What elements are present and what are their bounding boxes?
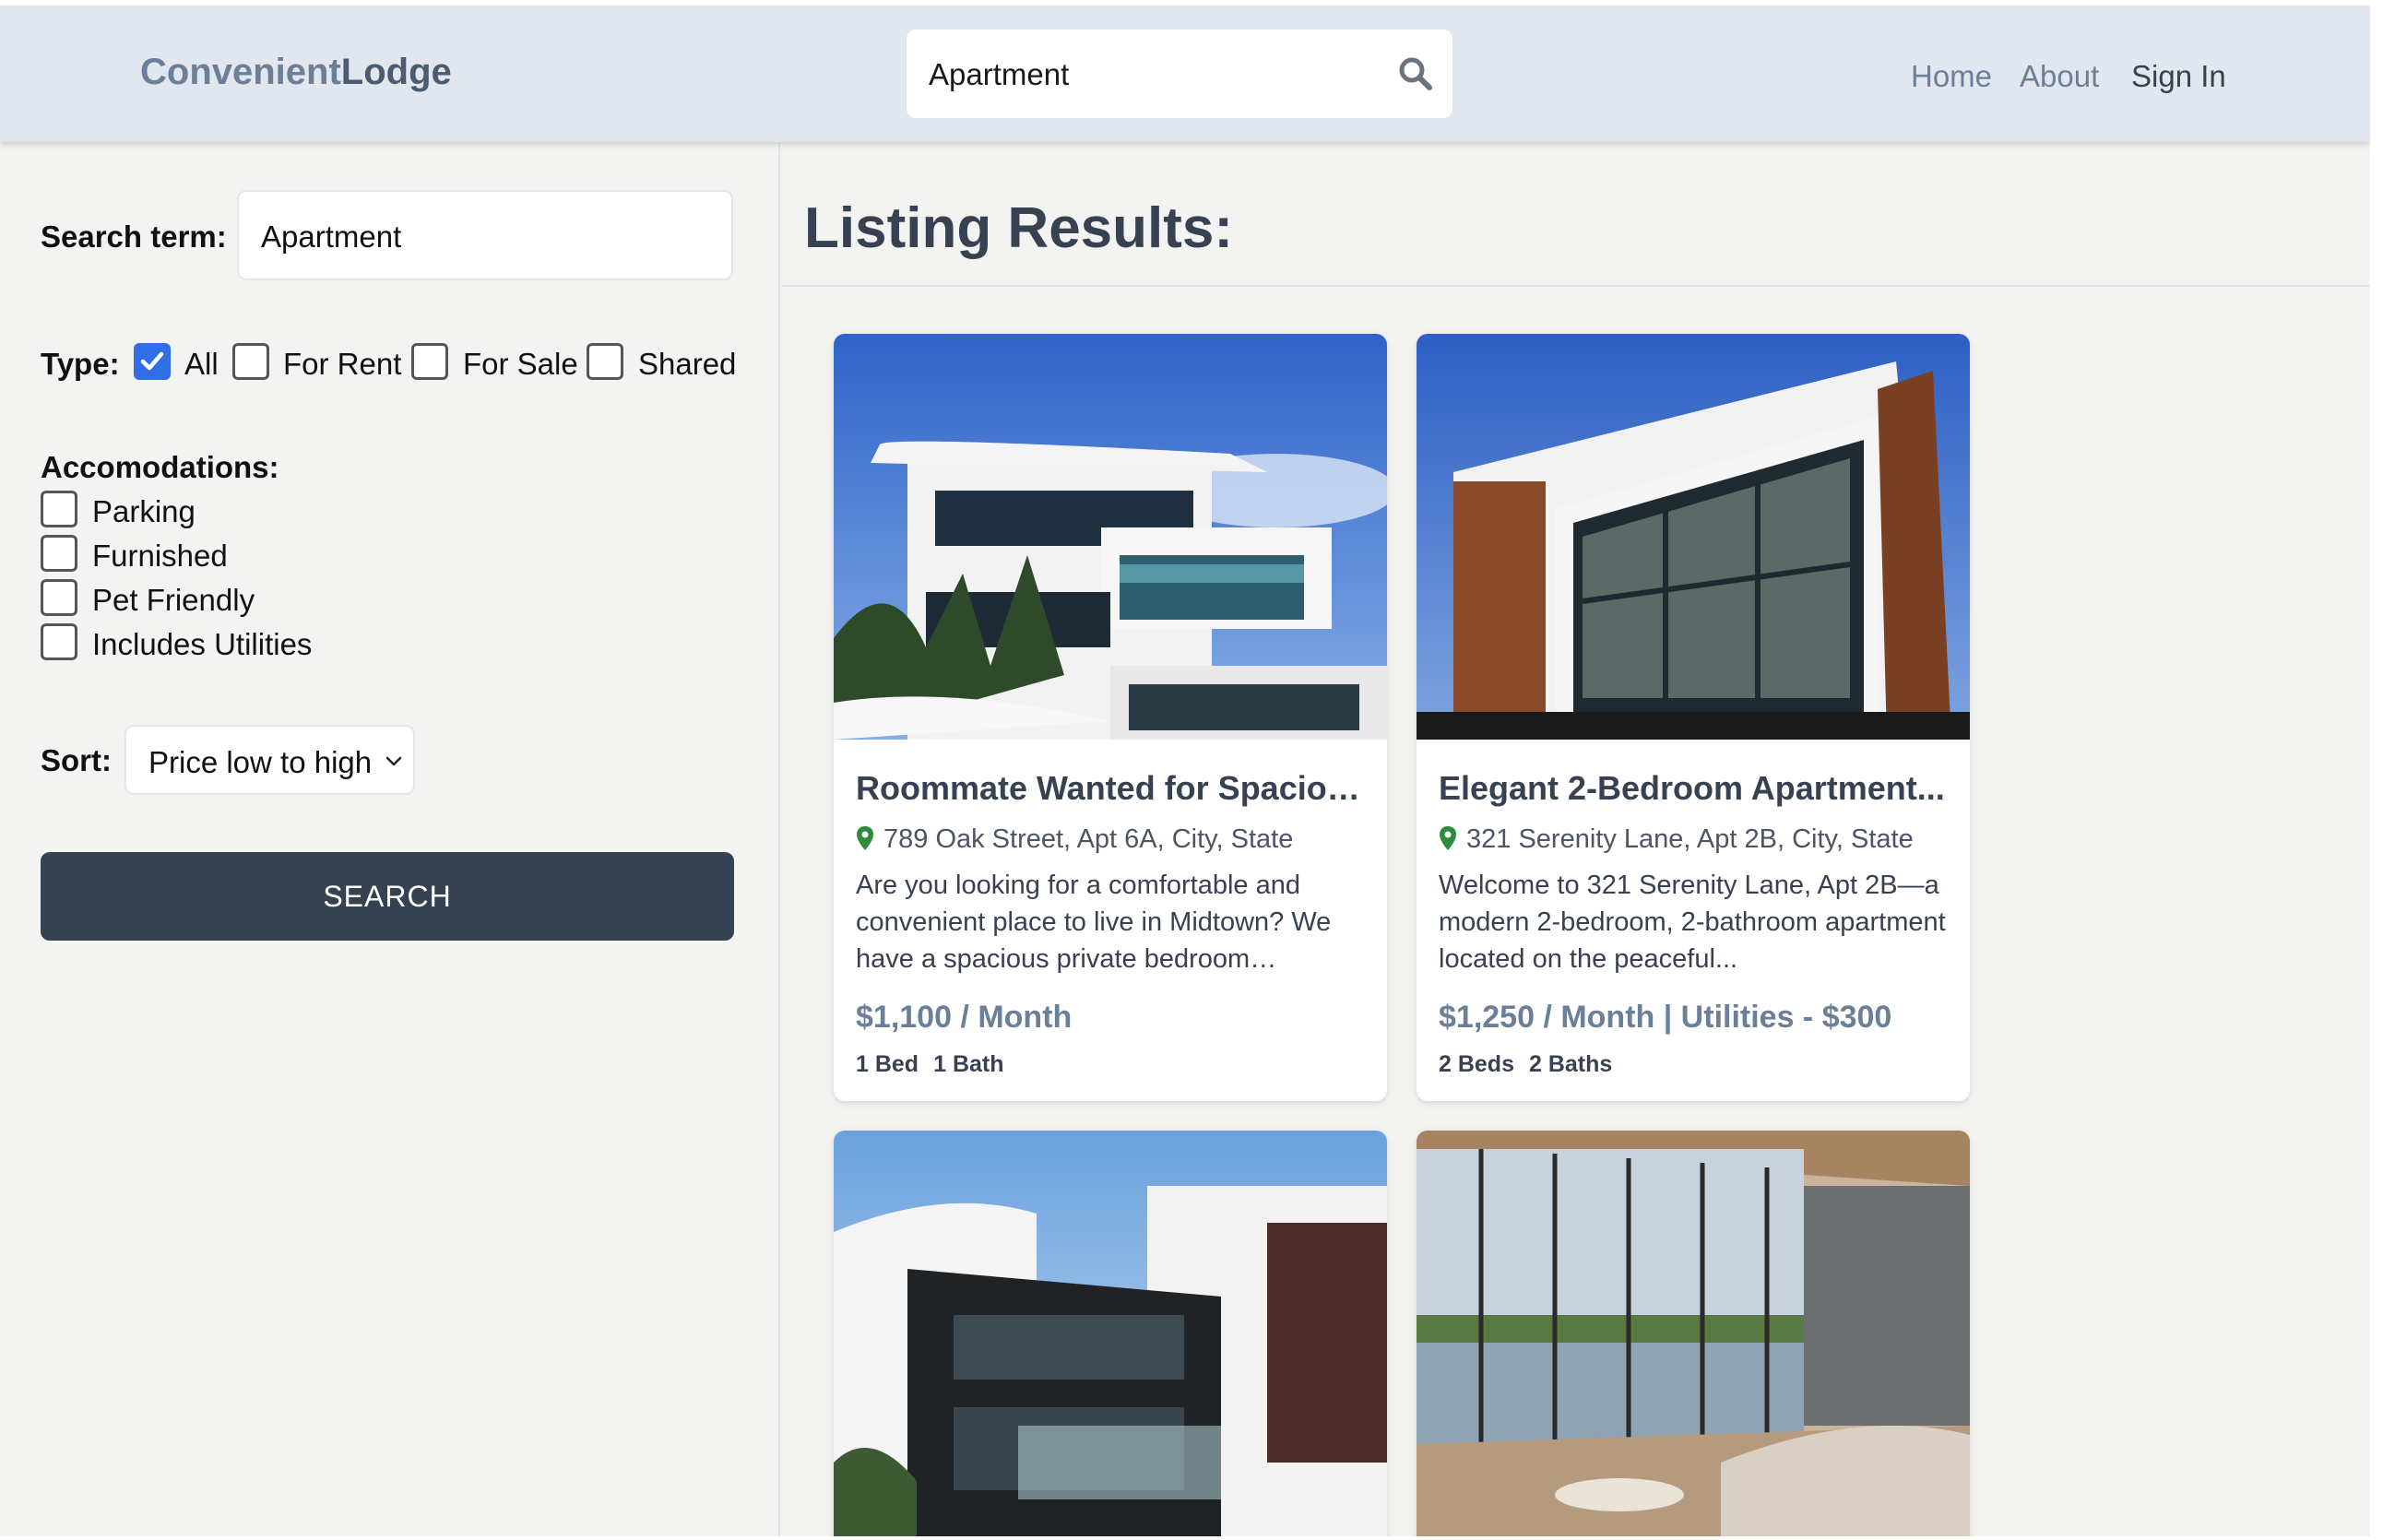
sort-select[interactable]: Price low to high — [124, 725, 415, 795]
listing-card[interactable]: Elegant 2-Bedroom Apartment... 321 Seren… — [1417, 334, 1970, 1101]
includes-utilities-label: Includes Utilities — [92, 627, 313, 661]
location-pin-icon — [857, 826, 873, 850]
listing-beds: 2 Beds — [1439, 1051, 1514, 1077]
type-all-label: All — [184, 347, 219, 381]
listing-price: $1,100 / Month — [856, 1000, 1073, 1035]
logo-text-light: Convenient — [140, 52, 341, 92]
type-shared-label: Shared — [638, 347, 737, 381]
sort-label: Sort: — [41, 743, 112, 777]
furnished-checkbox[interactable] — [41, 535, 77, 572]
location-pin-icon — [1440, 826, 1456, 850]
includes-utilities-checkbox[interactable] — [41, 623, 77, 660]
listing-card[interactable] — [1417, 1131, 1970, 1536]
nav-about-link[interactable]: About — [2020, 59, 2099, 94]
listing-beds: 1 Bed — [856, 1051, 919, 1077]
header-search-value: Apartment — [929, 57, 1070, 91]
listing-photo — [834, 334, 1387, 740]
header-search-input[interactable]: Apartment — [907, 30, 1452, 118]
logo-text-bold: Lodge — [340, 52, 452, 92]
sort-selected-value: Price low to high — [148, 745, 373, 779]
parking-label: Parking — [92, 494, 196, 528]
accommodations-label: Accomodations: — [41, 450, 279, 484]
listing-photo — [834, 1131, 1387, 1536]
furnished-label: Furnished — [92, 539, 228, 573]
type-label: Type: — [41, 347, 120, 381]
listing-address: 789 Oak Street, Apt 6A, City, State — [856, 824, 1293, 855]
listing-card[interactable]: Roommate Wanted for Spaciou... 789 Oak S… — [834, 334, 1387, 1101]
listing-title[interactable]: Elegant 2-Bedroom Apartment... — [1439, 769, 1955, 808]
nav-home-link[interactable]: Home — [1911, 59, 1992, 94]
listing-bed-bath: 1 Bed 1 Bath — [856, 1051, 1019, 1078]
type-all-checkbox[interactable] — [134, 343, 171, 380]
filter-sidebar: Search term: Apartment Type: All For Ren… — [0, 142, 780, 1536]
parking-checkbox[interactable] — [41, 491, 77, 527]
results-title: Listing Results: — [804, 196, 1234, 260]
results-panel: Listing Results: Roommate Wanted for Spa… — [782, 142, 2370, 1536]
type-shared-checkbox[interactable] — [587, 343, 623, 380]
listing-description: Are you looking for a comfortable and co… — [856, 871, 1332, 974]
listing-baths: 2 Baths — [1528, 1051, 1613, 1077]
listing-price: $1,250 / Month | Utilities - $300 — [1439, 1000, 1892, 1035]
pet-friendly-checkbox[interactable] — [41, 579, 77, 616]
type-for-sale-label: For Sale — [463, 347, 578, 381]
site-logo[interactable]: ConvenientLodge — [140, 52, 452, 93]
search-term-input[interactable]: Apartment — [237, 190, 733, 280]
search-term-label: Search term: — [41, 219, 227, 254]
listing-title[interactable]: Roommate Wanted for Spaciou... — [856, 769, 1372, 808]
type-for-rent-checkbox[interactable] — [232, 343, 269, 380]
listing-bed-bath: 2 Beds 2 Baths — [1439, 1051, 1627, 1078]
listing-description: Welcome to 321 Serenity Lane, Apt 2B—a m… — [1439, 871, 1946, 974]
listing-baths: 1 Bath — [933, 1051, 1004, 1077]
top-navbar: ConvenientLodge Apartment Home About Sig… — [0, 6, 2370, 142]
listing-card[interactable] — [834, 1131, 1387, 1536]
nav-sign-in-link[interactable]: Sign In — [2131, 59, 2226, 94]
browser-viewport: ConvenientLodge Apartment Home About Sig… — [0, 6, 2370, 1536]
type-for-sale-checkbox[interactable] — [411, 343, 448, 380]
listing-photo — [1417, 1131, 1970, 1536]
type-for-rent-label: For Rent — [283, 347, 402, 381]
results-divider — [782, 285, 2370, 287]
check-icon — [140, 351, 164, 371]
search-term-value: Apartment — [261, 219, 402, 254]
pet-friendly-label: Pet Friendly — [92, 583, 255, 617]
listing-photo — [1417, 334, 1970, 740]
listing-address-text: 789 Oak Street, Apt 6A, City, State — [883, 824, 1294, 854]
listing-address-text: 321 Serenity Lane, Apt 2B, City, State — [1466, 824, 1914, 854]
chevron-down-icon — [385, 756, 402, 766]
search-icon[interactable] — [1397, 55, 1434, 92]
search-button[interactable]: SEARCH — [41, 852, 734, 941]
listing-address: 321 Serenity Lane, Apt 2B, City, State — [1439, 824, 1914, 855]
